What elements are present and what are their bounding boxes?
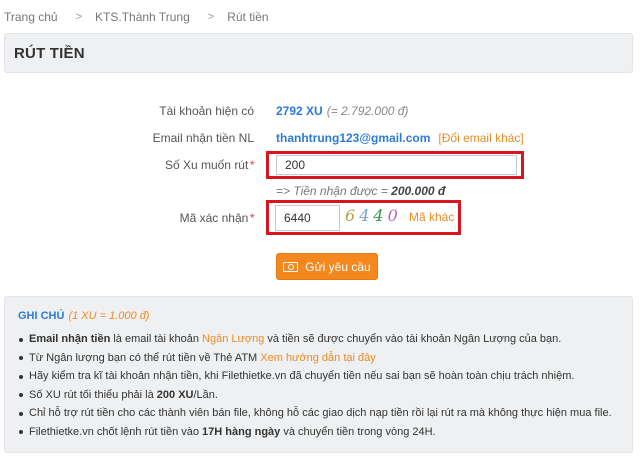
email-label: Email nhận tiền NL bbox=[152, 131, 254, 145]
account-equiv: (= 2.792.000 đ) bbox=[326, 104, 409, 118]
receive-amount-info: => Tiền nhận được = 200.000 đ bbox=[276, 184, 445, 198]
captcha-image: 6440 bbox=[345, 206, 402, 225]
xu-amount-label-text: Số Xu muốn rút bbox=[164, 158, 249, 172]
email-value: thanhtrung123@gmail.com bbox=[276, 131, 431, 145]
money-icon bbox=[283, 261, 299, 272]
breadcrumb-current: Rút tiền bbox=[227, 10, 269, 24]
notes-list: Email nhận tiền là email tài khoản Ngân … bbox=[17, 330, 612, 441]
xu-amount-input[interactable] bbox=[276, 155, 517, 175]
page-title: RÚT TIỀN bbox=[14, 45, 85, 62]
ngan-luong-link[interactable]: Ngân Lượng bbox=[202, 333, 264, 345]
required-mark: * bbox=[249, 211, 254, 225]
code-label: Mã xác nhận* bbox=[180, 211, 254, 225]
note-item: Filethietke.vn chốt lệnh rút tiền vào 17… bbox=[17, 423, 612, 442]
breadcrumb-user[interactable]: KTS.Thành Trung bbox=[95, 10, 190, 24]
note-item: Email nhận tiền là email tài khoản Ngân … bbox=[17, 330, 612, 349]
required-mark: * bbox=[249, 158, 254, 172]
notes-heading: GHI CHÚ (1 XU = 1.000 đ) bbox=[18, 310, 149, 322]
note-item: Số XU rút tối thiểu phải là 200 XU/Lần. bbox=[17, 386, 612, 405]
breadcrumb-separator: > bbox=[207, 11, 215, 23]
receive-prefix: => Tiền nhận được = bbox=[276, 184, 392, 198]
page-title-bar: RÚT TIỀN bbox=[4, 33, 633, 73]
verification-code-input[interactable] bbox=[275, 205, 340, 231]
submit-label: Gửi yêu cầu bbox=[305, 259, 371, 274]
receive-amount: 200.000 đ bbox=[391, 184, 446, 198]
note-item: Từ Ngân lượng bạn có thể rút tiền về Thẻ… bbox=[17, 349, 612, 368]
account-amount: 2792 XU bbox=[276, 104, 323, 118]
note-item: Hãy kiểm tra kĩ tài khoản nhận tiền, khi… bbox=[17, 367, 612, 386]
breadcrumb-separator: > bbox=[75, 11, 83, 23]
email-row: thanhtrung123@gmail.com [Đổi email khác] bbox=[276, 131, 524, 145]
breadcrumb-home[interactable]: Trang chủ bbox=[4, 10, 58, 24]
change-email-link[interactable]: [Đổi email khác] bbox=[438, 131, 523, 145]
account-label: Tài khoản hiện có bbox=[159, 104, 254, 118]
guide-link[interactable]: Xem hướng dẫn tại đây bbox=[260, 352, 375, 364]
xu-amount-label: Số Xu muốn rút* bbox=[165, 158, 254, 172]
notes-panel: GHI CHÚ (1 XU = 1.000 đ) Email nhận tiền … bbox=[4, 296, 633, 453]
account-balance: 2792 XU (= 2.792.000 đ) bbox=[276, 104, 408, 118]
refresh-captcha-link[interactable]: Mã khác bbox=[409, 210, 454, 224]
submit-request-button[interactable]: Gửi yêu cầu bbox=[276, 253, 378, 280]
notes-rate: (1 XU = 1.000 đ) bbox=[68, 310, 150, 322]
breadcrumb: Trang chủ > KTS.Thành Trung > Rút tiền bbox=[4, 9, 269, 25]
note-item: Chỉ hỗ trợ rút tiền cho các thành viên b… bbox=[17, 404, 612, 423]
notes-title: GHI CHÚ bbox=[18, 310, 65, 322]
code-label-text: Mã xác nhận bbox=[179, 211, 249, 225]
